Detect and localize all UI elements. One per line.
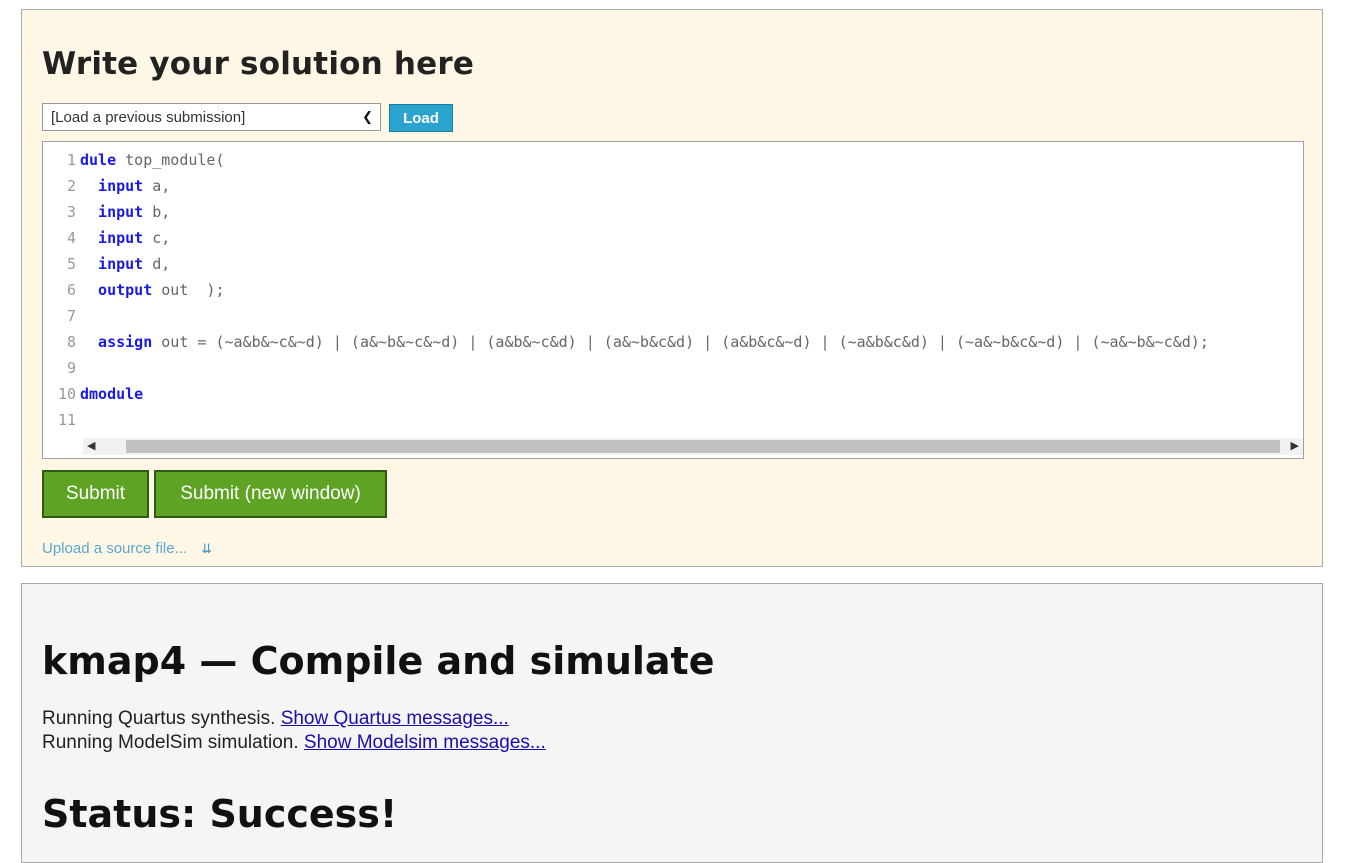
code-text: out ); xyxy=(152,281,225,299)
code-line[interactable]: 10 dmodule xyxy=(43,381,1303,407)
solution-panel: Write your solution here [Load a previou… xyxy=(21,9,1323,567)
submit-new-window-button[interactable]: Submit (new window) xyxy=(154,470,387,518)
line-number: 1 xyxy=(66,151,76,169)
solution-heading: Write your solution here xyxy=(42,46,475,82)
submit-button[interactable]: Submit xyxy=(42,470,149,518)
code-line[interactable]: 11 xyxy=(43,407,1303,433)
code-line[interactable]: 6 output out ); xyxy=(43,277,1303,303)
code-text: a, xyxy=(143,177,171,195)
upload-source-link[interactable]: Upload a source file... ⇊ xyxy=(42,540,212,557)
line-number: 10 xyxy=(57,385,76,403)
line-number: 11 xyxy=(57,411,76,429)
code-line[interactable]: 3 input b, xyxy=(43,199,1303,225)
code-text: b, xyxy=(143,203,171,221)
upload-source-label[interactable]: Upload a source file... xyxy=(42,540,187,557)
code-line[interactable]: 2 input a, xyxy=(43,173,1303,199)
code-keyword: dmodule xyxy=(80,385,144,403)
show-modelsim-messages-link[interactable]: Show Modelsim messages... xyxy=(304,732,546,753)
result-heading: kmap4 — Compile and simulate xyxy=(42,639,715,683)
scrollbar-thumb[interactable] xyxy=(126,440,1280,453)
code-line[interactable]: 8 assign out = (~a&b&~c&~d) | (a&~b&~c&~… xyxy=(43,329,1303,355)
code-text: c, xyxy=(143,229,171,247)
code-keyword: output xyxy=(80,281,153,299)
code-line[interactable]: 7 xyxy=(43,303,1303,329)
previous-submission-select-value: [Load a previous submission] xyxy=(51,108,246,126)
code-line[interactable]: 9 xyxy=(43,355,1303,381)
code-line[interactable]: 5 input d, xyxy=(43,251,1303,277)
line-number: 4 xyxy=(66,229,76,247)
load-button[interactable]: Load xyxy=(389,104,453,132)
scroll-right-icon[interactable]: ▶ xyxy=(1291,439,1299,452)
line-number: 7 xyxy=(66,307,76,325)
code-keyword: input xyxy=(80,177,144,195)
code-text: top_module( xyxy=(116,151,225,169)
line-number: 5 xyxy=(66,255,76,273)
previous-submission-select[interactable]: [Load a previous submission] ❮ xyxy=(42,103,381,131)
quartus-status-text: Running Quartus synthesis. xyxy=(42,708,281,729)
code-line[interactable]: 4 input c, xyxy=(43,225,1303,251)
code-keyword: assign xyxy=(80,333,153,351)
modelsim-message-line: Running ModelSim simulation. Show Models… xyxy=(42,732,546,754)
status-heading: Status: Success! xyxy=(42,792,398,836)
code-editor[interactable]: 1 dule top_module(2 input a, 3 input b, 4 i… xyxy=(42,141,1304,459)
scroll-left-icon[interactable]: ◀ xyxy=(87,439,95,452)
double-chevron-down-icon[interactable]: ⇊ xyxy=(201,541,212,556)
code-keyword: input xyxy=(80,203,144,221)
line-number: 8 xyxy=(66,333,76,351)
result-panel: kmap4 — Compile and simulate Running Qua… xyxy=(21,583,1323,863)
quartus-message-line: Running Quartus synthesis. Show Quartus … xyxy=(42,708,509,730)
line-number: 3 xyxy=(66,203,76,221)
code-keyword: input xyxy=(80,255,144,273)
code-line[interactable]: 1 dule top_module( xyxy=(43,147,1303,173)
chevron-down-icon: ❮ xyxy=(362,109,373,124)
show-quartus-messages-link[interactable]: Show Quartus messages... xyxy=(281,708,509,729)
line-number: 2 xyxy=(66,177,76,195)
line-number: 9 xyxy=(66,359,76,377)
code-keyword: dule xyxy=(80,151,117,169)
code-text: out = (~a&b&~c&~d) | (a&~b&~c&~d) | (a&b… xyxy=(152,333,1209,351)
line-number: 6 xyxy=(66,281,76,299)
code-text: d, xyxy=(143,255,171,273)
code-keyword: input xyxy=(80,229,144,247)
modelsim-status-text: Running ModelSim simulation. xyxy=(42,732,304,753)
horizontal-scrollbar[interactable]: ◀ ▶ xyxy=(83,438,1303,455)
